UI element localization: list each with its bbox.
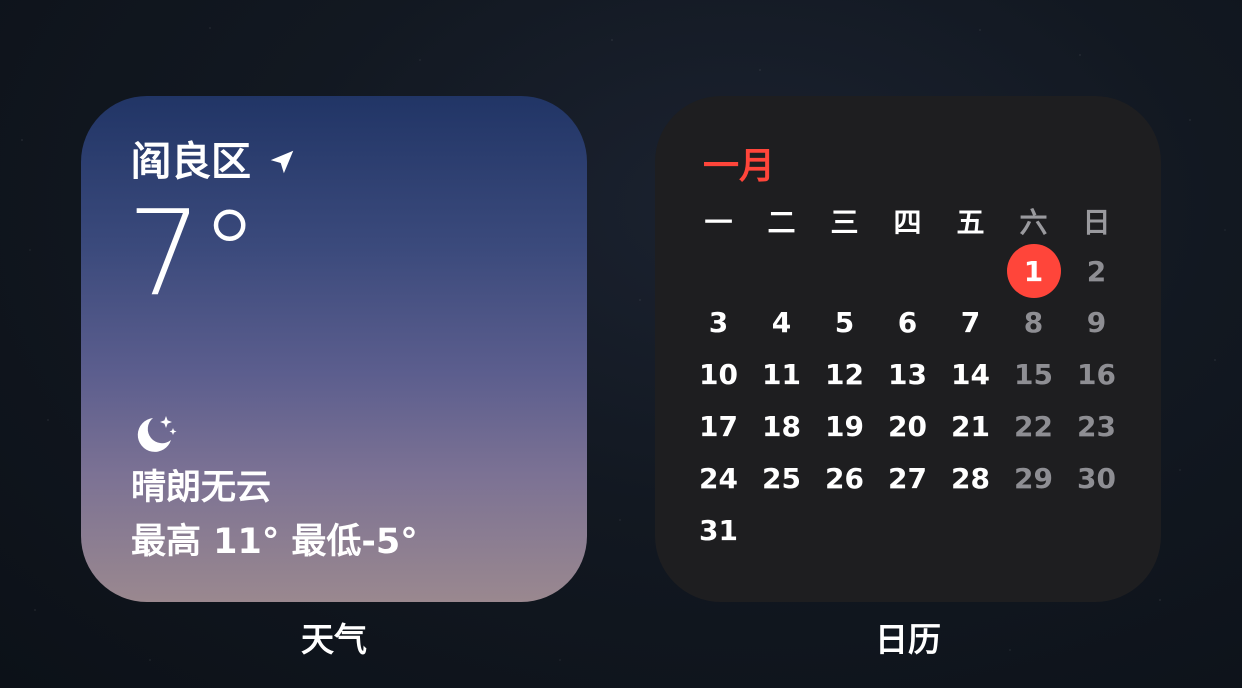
calendar-weeks: 1 2 3 4 5 6 7 8 9 10 11 12 13 14 15 16 17 18 19 20 21 22 23 24 2… (687, 244, 1128, 556)
calendar-grid: 一 二 三 四 五 六 日 1 2 3 4 5 6 7 8 9 10 11 12 13 14 15 16 17 1… (687, 198, 1128, 556)
calendar-day: 10 (699, 357, 738, 391)
weekday-label: 三 (830, 206, 859, 239)
calendar-day: 9 (1086, 305, 1107, 339)
calendar-day-empty (754, 504, 810, 556)
location-arrow-icon (270, 150, 294, 174)
weekday-label: 四 (893, 206, 922, 239)
calendar-day-empty (943, 504, 999, 556)
weather-widget[interactable]: 阎良区 7° 晴朗无云 最高 11° 最低-5° (81, 96, 587, 602)
calendar-week-row: 10 11 12 13 14 15 16 (687, 348, 1128, 400)
calendar-day-today: 1 (1006, 244, 1061, 298)
calendar-day-empty (1069, 504, 1125, 556)
calendar-day: 5 (834, 305, 855, 339)
calendar-day: 6 (897, 305, 918, 339)
weekday-label: 一 (704, 206, 733, 239)
calendar-day-empty (754, 245, 810, 297)
weather-high: 最高 11° (131, 522, 280, 562)
calendar-day: 16 (1077, 357, 1116, 391)
weather-high-low: 最高 11° 最低-5° (131, 520, 418, 564)
calendar-day: 8 (1023, 305, 1044, 339)
moon-stars-icon (137, 416, 177, 452)
calendar-day-empty (880, 504, 936, 556)
calendar-day: 11 (762, 357, 801, 391)
calendar-day: 15 (1014, 357, 1053, 391)
calendar-widget-label: 日历 (875, 620, 941, 659)
weather-low: 最低-5° (291, 522, 418, 562)
weekday-header-row: 一 二 三 四 五 六 日 (687, 198, 1128, 244)
calendar-day: 21 (951, 409, 990, 443)
calendar-day: 28 (951, 461, 990, 495)
calendar-week-row: 24 25 26 27 28 29 30 (687, 452, 1128, 504)
calendar-day: 25 (762, 461, 801, 495)
calendar-day: 20 (888, 409, 927, 443)
calendar-widget[interactable]: 一月 一 二 三 四 五 六 日 1 2 3 4 5 6 7 8 9 10 11 12 13 14 15 16… (655, 96, 1161, 602)
calendar-month: 一月 (703, 146, 776, 187)
calendar-week-row: 31 (687, 504, 1128, 556)
calendar-week-row: 17 18 19 20 21 22 23 (687, 400, 1128, 452)
calendar-day: 18 (762, 409, 801, 443)
calendar-day: 14 (951, 357, 990, 391)
calendar-day: 27 (888, 461, 927, 495)
calendar-day: 2 (1086, 254, 1107, 288)
weather-temperature: 7° (127, 184, 259, 322)
weekday-label: 六 (1019, 206, 1048, 239)
calendar-day-empty (880, 245, 936, 297)
weather-condition: 晴朗无云 (131, 468, 272, 508)
weather-location: 阎良区 (131, 139, 251, 185)
calendar-week-row: 12 (687, 244, 1128, 298)
calendar-day: 24 (699, 461, 738, 495)
calendar-day-empty (943, 245, 999, 297)
calendar-day: 19 (825, 409, 864, 443)
calendar-day: 13 (888, 357, 927, 391)
calendar-day: 22 (1014, 409, 1053, 443)
calendar-day: 30 (1077, 461, 1116, 495)
weather-widget-label: 天气 (301, 620, 367, 659)
weather-location-row: 阎良区 (131, 136, 297, 188)
calendar-day: 4 (771, 305, 792, 339)
calendar-day-empty (817, 504, 873, 556)
calendar-day: 23 (1077, 409, 1116, 443)
calendar-day: 17 (699, 409, 738, 443)
calendar-day: 29 (1014, 461, 1053, 495)
calendar-day: 3 (708, 305, 729, 339)
calendar-day: 7 (960, 305, 981, 339)
calendar-day-empty (1006, 504, 1062, 556)
weekday-label: 五 (956, 206, 985, 239)
calendar-day: 12 (825, 357, 864, 391)
weekday-label: 日 (1082, 206, 1111, 239)
calendar-day: 31 (699, 513, 738, 547)
calendar-day-empty (817, 245, 873, 297)
weekday-label: 二 (767, 206, 796, 239)
calendar-day-empty (691, 245, 747, 297)
calendar-week-row: 3 4 5 6 7 8 9 (687, 296, 1128, 348)
calendar-day: 26 (825, 461, 864, 495)
